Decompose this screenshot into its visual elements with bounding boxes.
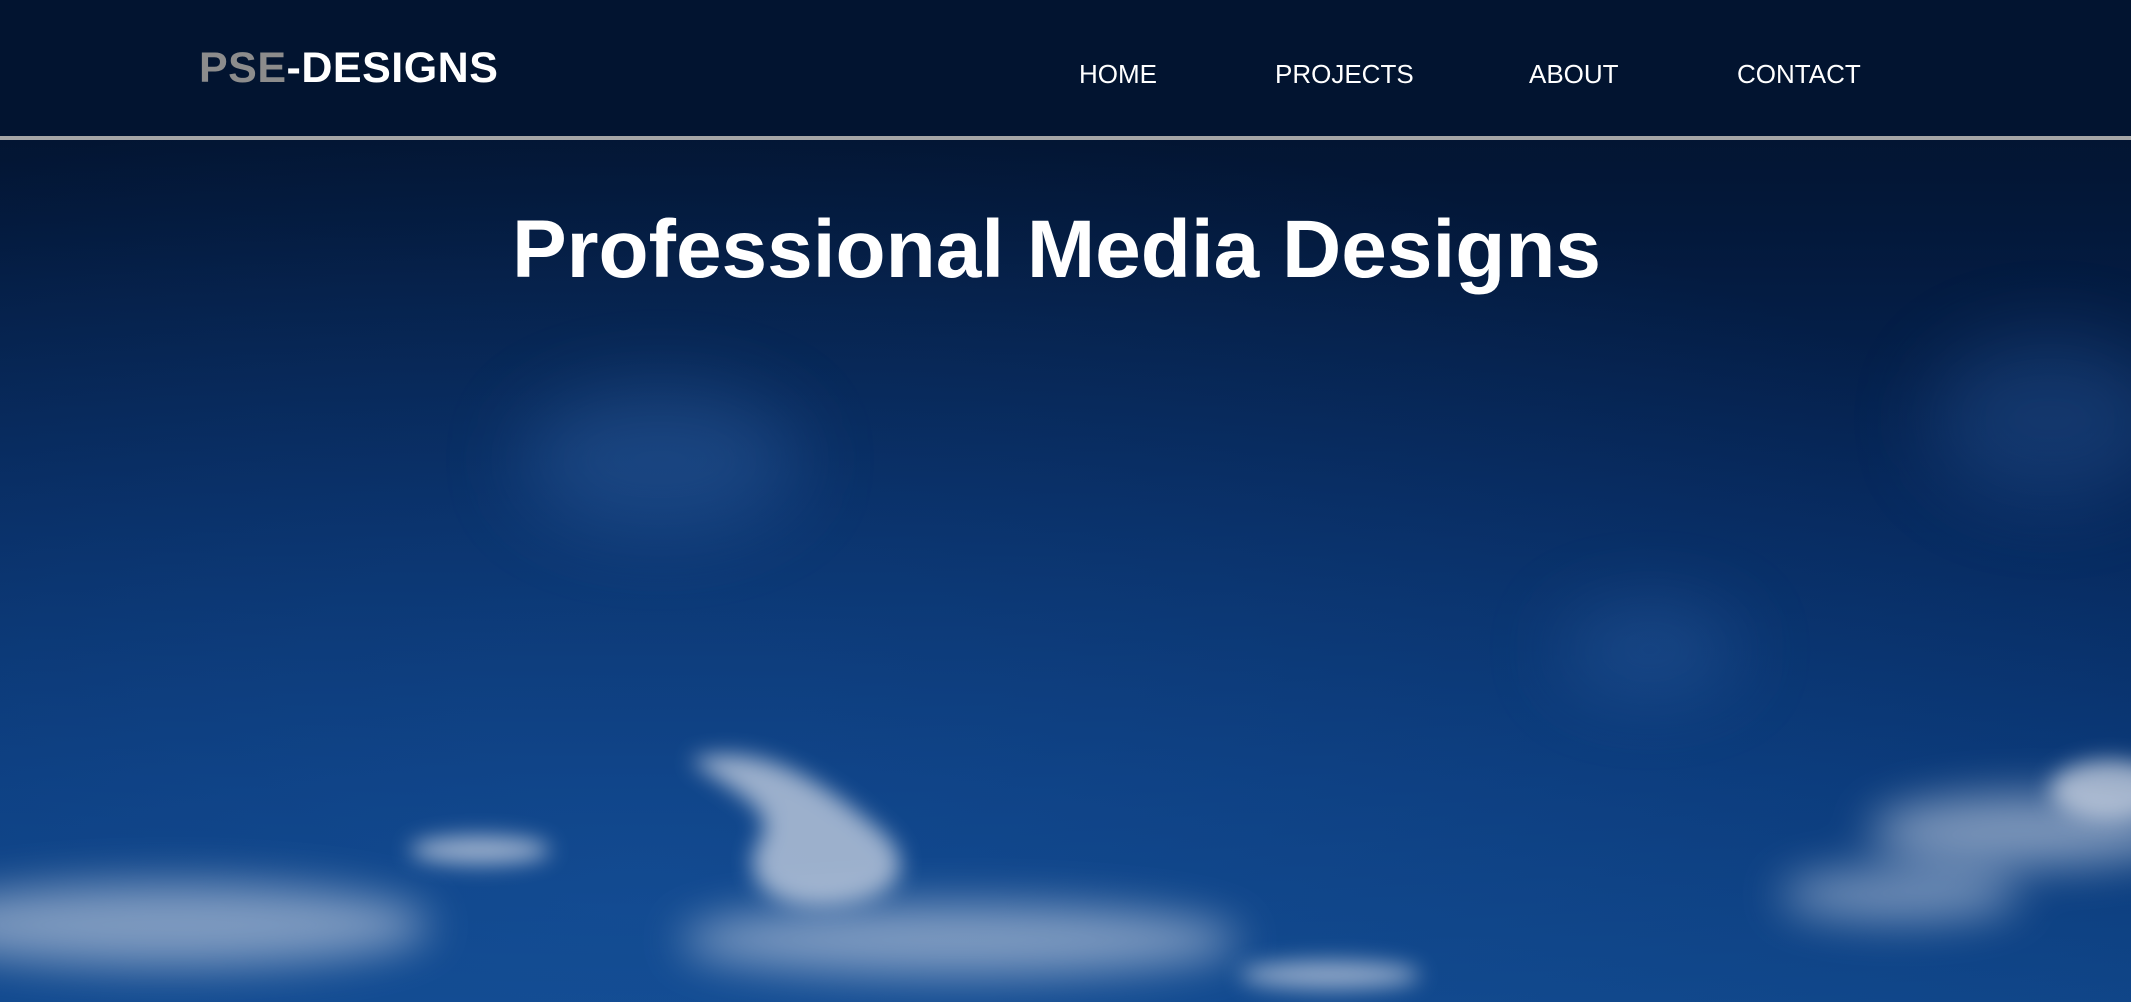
sky-clouds-image bbox=[0, 0, 2131, 1002]
page: PSE-DESIGNS HOME PROJECTS ABOUT CONTACT … bbox=[0, 0, 2131, 1002]
nav-link-about[interactable]: ABOUT bbox=[1529, 54, 1619, 94]
hero-title: Professional Media Designs bbox=[511, 204, 1602, 295]
hero-background-image bbox=[0, 0, 2131, 1002]
nav-link-contact[interactable]: CONTACT bbox=[1737, 54, 1861, 94]
nav-link-projects[interactable]: PROJECTS bbox=[1275, 54, 1414, 94]
site-header: PSE-DESIGNS HOME PROJECTS ABOUT CONTACT bbox=[0, 0, 2131, 140]
main-nav: HOME PROJECTS ABOUT CONTACT bbox=[0, 54, 2131, 94]
nav-link-home[interactable]: HOME bbox=[1079, 54, 1157, 94]
